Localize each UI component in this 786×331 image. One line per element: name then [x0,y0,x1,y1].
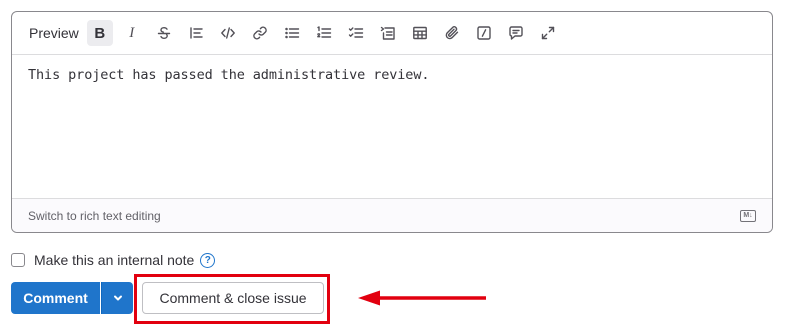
editor-toolbar: Preview B I [12,12,772,55]
bold-icon: B [94,24,106,42]
comment-button[interactable]: Comment [11,282,100,314]
comment-editor: Preview B I This project has passed the … [11,11,773,233]
markdown-icon: M↓ [740,209,756,222]
italic-icon: I [129,24,135,41]
arrow-annotation-icon [358,290,486,306]
numbered-list-icon [316,26,331,38]
preview-tab[interactable]: Preview [29,25,79,41]
task-list-icon [348,27,363,38]
task-list-button[interactable] [343,20,369,46]
fullscreen-button[interactable] [535,20,561,46]
internal-note-checkbox[interactable] [11,253,25,267]
attach-file-button[interactable] [439,20,465,46]
slash-command-icon [477,26,491,40]
internal-note-label[interactable]: Make this an internal note [34,252,194,268]
collapsible-section-icon [380,26,395,40]
strikethrough-icon [157,27,170,39]
table-icon [412,26,427,40]
comment-template-icon [509,26,523,40]
comment-template-button[interactable] [503,20,529,46]
code-button[interactable] [215,20,241,46]
bullet-list-button[interactable] [279,20,305,46]
comment-split-button: Comment [11,282,133,314]
comment-textarea[interactable]: This project has passed the administrati… [12,55,772,197]
italic-button[interactable]: I [119,20,145,46]
strikethrough-button[interactable] [151,20,177,46]
table-button[interactable] [407,20,433,46]
quote-button[interactable] [183,20,209,46]
chevron-down-icon [113,295,122,301]
link-icon [253,26,267,40]
highlight-box-annotation [134,274,330,324]
expand-icon [541,26,554,40]
quote-icon [190,27,203,39]
comment-options-dropdown[interactable] [101,282,133,314]
internal-note-row: Make this an internal note ? [11,250,216,270]
bullet-list-icon [284,27,299,39]
quick-actions-button[interactable] [471,20,497,46]
bold-button[interactable]: B [86,20,113,46]
editor-footer: Switch to rich text editing M↓ [12,198,772,232]
paperclip-icon [445,26,458,40]
switch-to-rich-text-link[interactable]: Switch to rich text editing [28,209,161,223]
numbered-list-button[interactable] [311,20,337,46]
help-icon[interactable]: ? [200,252,216,268]
collapsible-button[interactable] [375,20,401,46]
code-icon [220,27,235,39]
link-button[interactable] [247,20,273,46]
